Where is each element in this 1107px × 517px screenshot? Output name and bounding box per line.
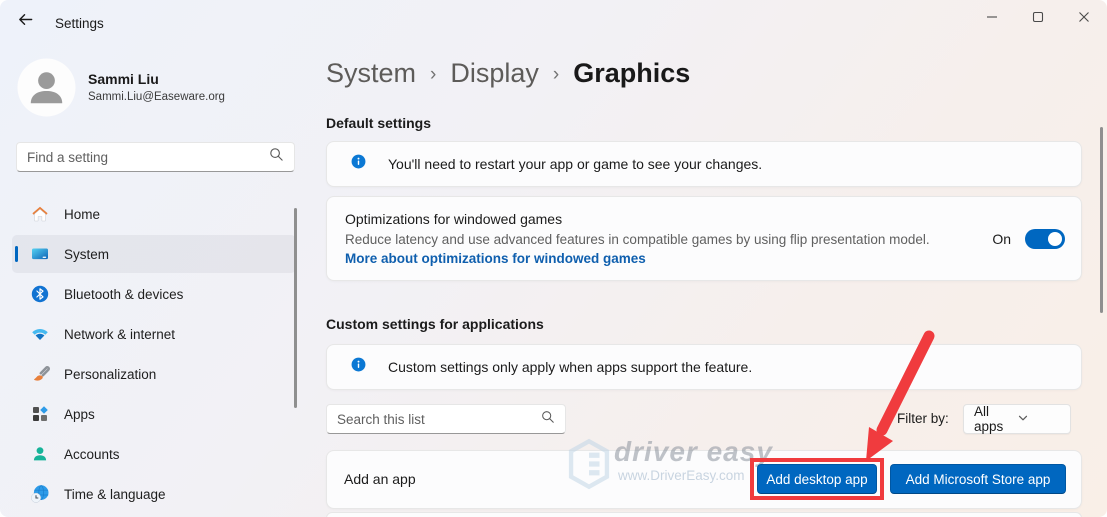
sidebar-item-label: Home xyxy=(64,207,100,222)
user-email: Sammi.Liu@Easeware.org xyxy=(88,91,225,103)
optimizations-learn-more-link[interactable]: More about optimizations for windowed ga… xyxy=(345,251,646,266)
personalization-icon xyxy=(30,364,50,384)
home-icon xyxy=(30,204,50,224)
window-title: Settings xyxy=(55,16,104,31)
sidebar-nav: Home System Bluetooth & devices Network … xyxy=(12,195,296,515)
sidebar-item-apps[interactable]: Apps xyxy=(12,395,296,433)
breadcrumb-display[interactable]: Display xyxy=(450,58,539,89)
search-this-list-box[interactable] xyxy=(326,404,566,434)
add-an-app-label: Add an app xyxy=(344,471,416,487)
sidebar-item-network-internet[interactable]: Network & internet xyxy=(12,315,296,353)
sidebar-item-accounts[interactable]: Accounts xyxy=(12,435,296,473)
back-button[interactable] xyxy=(10,9,40,35)
custom-settings-heading: Custom settings for applications xyxy=(326,316,544,332)
breadcrumb-graphics: Graphics xyxy=(573,58,690,89)
sidebar-item-bluetooth-devices[interactable]: Bluetooth & devices xyxy=(12,275,296,313)
breadcrumb: System › Display › Graphics xyxy=(326,58,690,89)
maximize-button[interactable] xyxy=(1015,0,1061,38)
custom-settings-info-banner: Custom settings only apply when apps sup… xyxy=(326,344,1082,390)
optimizations-card: Optimizations for windowed games Reduce … xyxy=(326,196,1082,281)
close-button[interactable] xyxy=(1061,0,1107,38)
chevron-right-icon: › xyxy=(553,61,559,86)
info-icon xyxy=(351,357,366,377)
sidebar-item-system[interactable]: System xyxy=(12,235,296,273)
main-scrollbar[interactable] xyxy=(1100,127,1103,313)
add-microsoft-store-app-button[interactable]: Add Microsoft Store app xyxy=(890,464,1066,494)
find-a-setting-input[interactable] xyxy=(27,150,269,165)
toggle-knob xyxy=(1048,232,1062,246)
bluetooth-icon xyxy=(30,284,50,304)
find-a-setting-searchbox[interactable] xyxy=(16,142,295,172)
optimizations-title: Optimizations for windowed games xyxy=(345,211,562,227)
optimizations-description: Reduce latency and use advanced features… xyxy=(345,232,930,247)
sidebar-item-label: Network & internet xyxy=(64,327,175,342)
search-icon xyxy=(541,410,555,429)
search-this-list-input[interactable] xyxy=(337,412,541,427)
optimizations-toggle[interactable] xyxy=(1025,229,1065,249)
restart-info-banner: You'll need to restart your app or game … xyxy=(326,141,1082,187)
search-icon xyxy=(269,147,284,167)
minimize-button[interactable] xyxy=(969,0,1015,38)
sidebar-item-home[interactable]: Home xyxy=(12,195,296,233)
accounts-icon xyxy=(30,444,50,464)
info-icon xyxy=(351,154,366,174)
sidebar-item-label: Apps xyxy=(64,407,95,422)
custom-settings-info-text: Custom settings only apply when apps sup… xyxy=(388,359,752,375)
system-icon xyxy=(30,244,50,264)
restart-info-text: You'll need to restart your app or game … xyxy=(388,156,762,172)
breadcrumb-system[interactable]: System xyxy=(326,58,416,89)
apps-icon xyxy=(30,404,50,424)
chevron-right-icon: › xyxy=(430,61,436,86)
sidebar-item-label: Time & language xyxy=(64,487,166,502)
network-icon xyxy=(30,324,50,344)
chevron-down-icon xyxy=(1017,412,1060,427)
close-icon xyxy=(1078,10,1090,28)
sidebar-item-time-language[interactable]: Time & language xyxy=(12,475,296,513)
minimize-icon xyxy=(986,10,998,28)
user-name: Sammi Liu xyxy=(88,71,159,87)
sidebar-item-label: Personalization xyxy=(64,367,156,382)
sidebar-item-personalization[interactable]: Personalization xyxy=(12,355,296,393)
sidebar-item-label: Accounts xyxy=(64,447,120,462)
sidebar-scrollbar[interactable] xyxy=(294,208,297,408)
filter-dropdown[interactable]: All apps xyxy=(963,404,1071,434)
selected-accent-bar xyxy=(15,246,18,262)
toggle-state-label: On xyxy=(992,231,1011,247)
sidebar-item-label: System xyxy=(64,247,109,262)
filter-by-label: Filter by: xyxy=(897,411,949,426)
maximize-icon xyxy=(1032,10,1044,28)
titlebar: Settings xyxy=(0,0,1107,44)
back-arrow-icon xyxy=(17,11,34,33)
settings-window: Settings Sammi Liu Sammi.Liu@Easeware.or… xyxy=(0,0,1107,517)
next-card-top-edge xyxy=(326,512,1082,517)
sidebar-item-label: Bluetooth & devices xyxy=(64,287,183,302)
time-language-icon xyxy=(30,484,50,504)
avatar xyxy=(17,58,76,117)
filter-dropdown-value: All apps xyxy=(974,404,1017,434)
default-settings-heading: Default settings xyxy=(326,115,431,131)
add-desktop-app-button[interactable]: Add desktop app xyxy=(757,464,877,494)
